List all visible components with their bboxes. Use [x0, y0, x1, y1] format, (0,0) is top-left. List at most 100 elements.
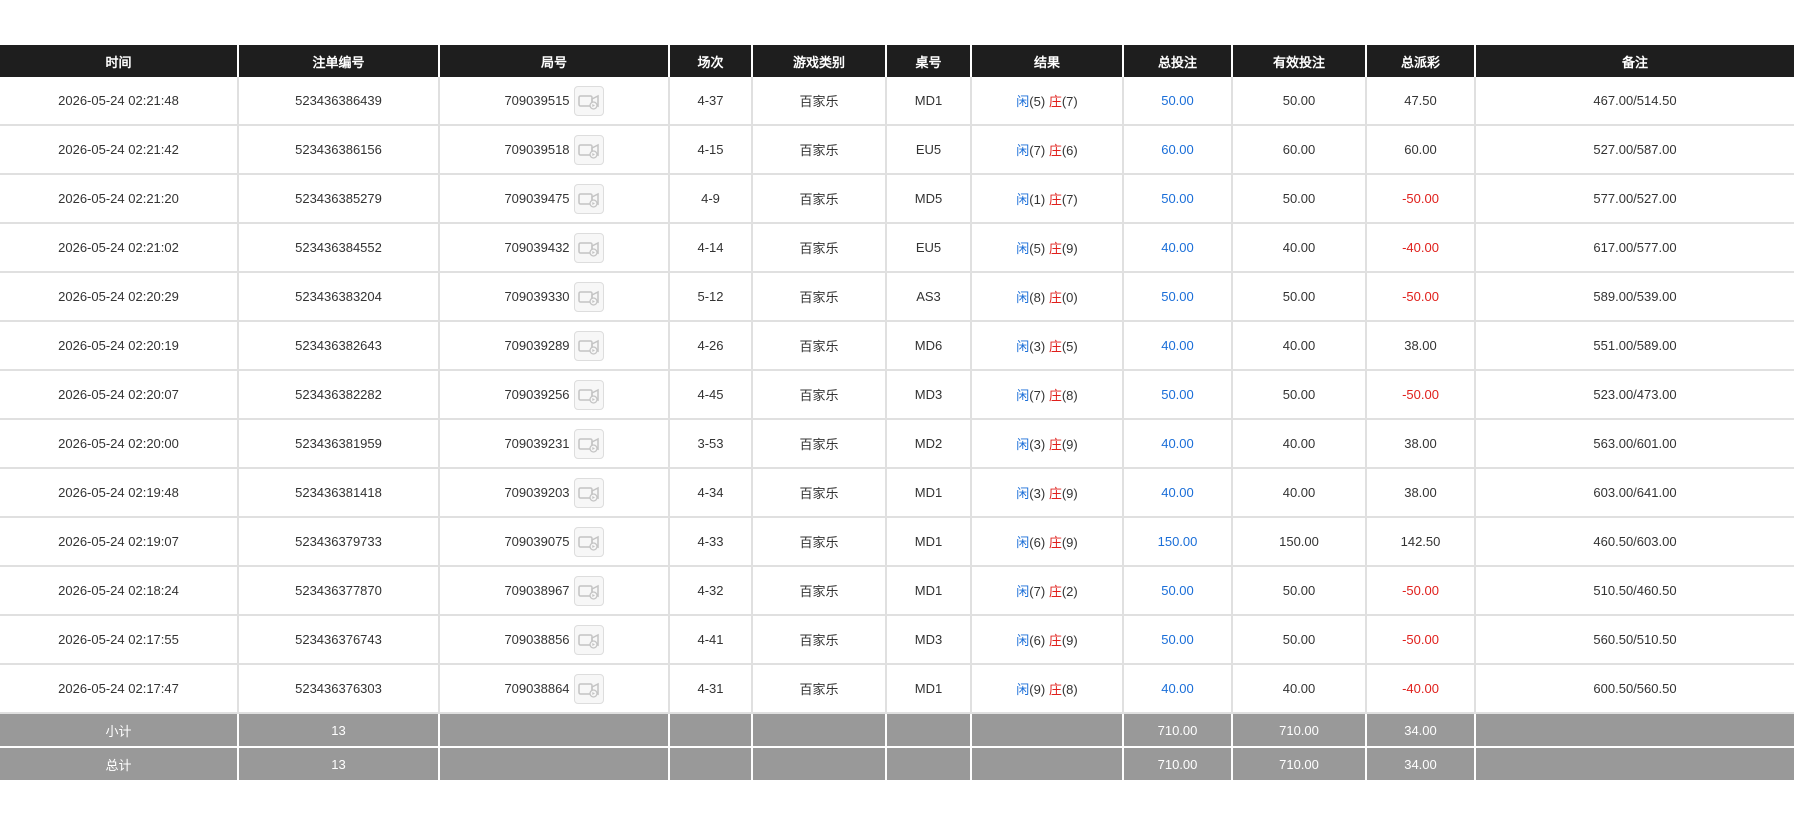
- cell-shoe: 4-31: [668, 664, 752, 714]
- cell-round: 709039515: [438, 77, 669, 126]
- round-number: 709038967: [504, 583, 570, 598]
- player-label: 闲: [1016, 633, 1030, 648]
- cell-result: 闲(7) 庄(8): [970, 370, 1123, 420]
- header-game: 游戏类别: [751, 45, 886, 77]
- cell-payout: 38.00: [1365, 321, 1475, 371]
- cell-table: MD3: [885, 615, 971, 665]
- round-number: 709039330: [504, 289, 570, 304]
- replay-video-button[interactable]: [573, 330, 604, 361]
- cell-payout: 38.00: [1365, 468, 1475, 518]
- replay-video-button[interactable]: [573, 575, 604, 606]
- table-row: 2026-05-24 02:20:19 523436382643 7090392…: [0, 321, 1794, 371]
- video-replay-icon: [577, 192, 599, 208]
- cell-total-bet: 40.00: [1122, 664, 1232, 714]
- cell-time: 2026-05-24 02:17:47: [0, 664, 238, 714]
- banker-label: 庄: [1048, 584, 1062, 599]
- header-valid-bet: 有效投注: [1231, 45, 1366, 77]
- cell-bet-id: 523436381959: [237, 419, 439, 469]
- cell-valid-bet: 40.00: [1231, 664, 1366, 714]
- cell-shoe: 4-26: [668, 321, 752, 371]
- banker-score: (5): [1061, 339, 1078, 354]
- cell-time: 2026-05-24 02:20:00: [0, 419, 238, 469]
- table-row: 2026-05-24 02:21:48 523436386439 7090395…: [0, 77, 1794, 126]
- cell-game: 百家乐: [751, 125, 886, 175]
- cell-result: 闲(6) 庄(9): [970, 517, 1123, 567]
- cell-bet-id: 523436377870: [237, 566, 439, 616]
- replay-video-button[interactable]: [573, 232, 604, 263]
- cell-time: 2026-05-24 02:20:29: [0, 272, 238, 322]
- cell-valid-bet: 50.00: [1231, 272, 1366, 322]
- replay-video-button[interactable]: [573, 281, 604, 312]
- cell-bet-id: 523436376743: [237, 615, 439, 665]
- player-score: (3): [1029, 437, 1046, 452]
- video-replay-icon: [577, 486, 599, 502]
- cell-game: 百家乐: [751, 370, 886, 420]
- cell-result: 闲(3) 庄(9): [970, 419, 1123, 469]
- cell-time: 2026-05-24 02:19:48: [0, 468, 238, 518]
- round-number: 709039075: [504, 534, 570, 549]
- cell-time: 2026-05-24 02:20:07: [0, 370, 238, 420]
- cell-valid-bet: 40.00: [1231, 468, 1366, 518]
- cell-round: 709039231: [438, 419, 669, 469]
- bet-records-table: 时间 注单编号 局号 场次 游戏类别 桌号 结果 总投注 有效投注 总派彩 备注…: [0, 45, 1794, 782]
- cell-game: 百家乐: [751, 77, 886, 126]
- replay-video-button[interactable]: [573, 183, 604, 214]
- banker-score: (9): [1061, 486, 1078, 501]
- cell-time: 2026-05-24 02:21:48: [0, 77, 238, 126]
- cell-shoe: 5-12: [668, 272, 752, 322]
- video-replay-icon: [577, 584, 599, 600]
- cell-payout: -50.00: [1365, 615, 1475, 665]
- cell-payout: 60.00: [1365, 125, 1475, 175]
- total-count: 13: [237, 747, 439, 782]
- cell-bet-id: 523436382282: [237, 370, 439, 420]
- cell-round: 709039289: [438, 321, 669, 371]
- cell-valid-bet: 50.00: [1231, 615, 1366, 665]
- replay-video-button[interactable]: [573, 673, 604, 704]
- player-score: (5): [1029, 94, 1046, 109]
- cell-total-bet: 50.00: [1122, 370, 1232, 420]
- cell-game: 百家乐: [751, 517, 886, 567]
- cell-table: AS3: [885, 272, 971, 322]
- cell-note: 603.00/641.00: [1474, 468, 1794, 518]
- player-label: 闲: [1016, 143, 1030, 158]
- subtotal-payout: 34.00: [1365, 713, 1475, 748]
- cell-bet-id: 523436386156: [237, 125, 439, 175]
- header-note: 备注: [1474, 45, 1794, 77]
- cell-table: MD1: [885, 77, 971, 126]
- cell-valid-bet: 60.00: [1231, 125, 1366, 175]
- replay-video-button[interactable]: [573, 379, 604, 410]
- cell-time: 2026-05-24 02:18:24: [0, 566, 238, 616]
- cell-total-bet: 50.00: [1122, 77, 1232, 126]
- replay-video-button[interactable]: [573, 134, 604, 165]
- subtotal-count: 13: [237, 713, 439, 748]
- table-row: 2026-05-24 02:21:42 523436386156 7090395…: [0, 125, 1794, 175]
- player-score: (8): [1029, 290, 1046, 305]
- cell-payout: 38.00: [1365, 419, 1475, 469]
- cell-result: 闲(3) 庄(5): [970, 321, 1123, 371]
- cell-bet-id: 523436384552: [237, 223, 439, 273]
- cell-note: 577.00/527.00: [1474, 174, 1794, 224]
- banker-label: 庄: [1048, 241, 1062, 256]
- player-score: (3): [1029, 339, 1046, 354]
- table-row: 2026-05-24 02:17:47 523436376303 7090388…: [0, 664, 1794, 714]
- replay-video-button[interactable]: [573, 477, 604, 508]
- round-number: 709039515: [504, 93, 570, 108]
- cell-bet-id: 523436385279: [237, 174, 439, 224]
- cell-note: 589.00/539.00: [1474, 272, 1794, 322]
- replay-video-button[interactable]: [573, 624, 604, 655]
- player-score: (3): [1029, 486, 1046, 501]
- cell-round: 709038864: [438, 664, 669, 714]
- banker-label: 庄: [1048, 290, 1062, 305]
- replay-video-button[interactable]: [573, 85, 604, 116]
- banker-score: (8): [1061, 682, 1078, 697]
- cell-note: 467.00/514.50: [1474, 77, 1794, 126]
- subtotal-valid-bet: 710.00: [1231, 713, 1366, 748]
- cell-valid-bet: 50.00: [1231, 566, 1366, 616]
- banker-score: (9): [1061, 437, 1078, 452]
- banker-score: (8): [1061, 388, 1078, 403]
- replay-video-button[interactable]: [573, 526, 604, 557]
- cell-payout: 142.50: [1365, 517, 1475, 567]
- replay-video-button[interactable]: [573, 428, 604, 459]
- player-label: 闲: [1016, 94, 1030, 109]
- video-replay-icon: [577, 682, 599, 698]
